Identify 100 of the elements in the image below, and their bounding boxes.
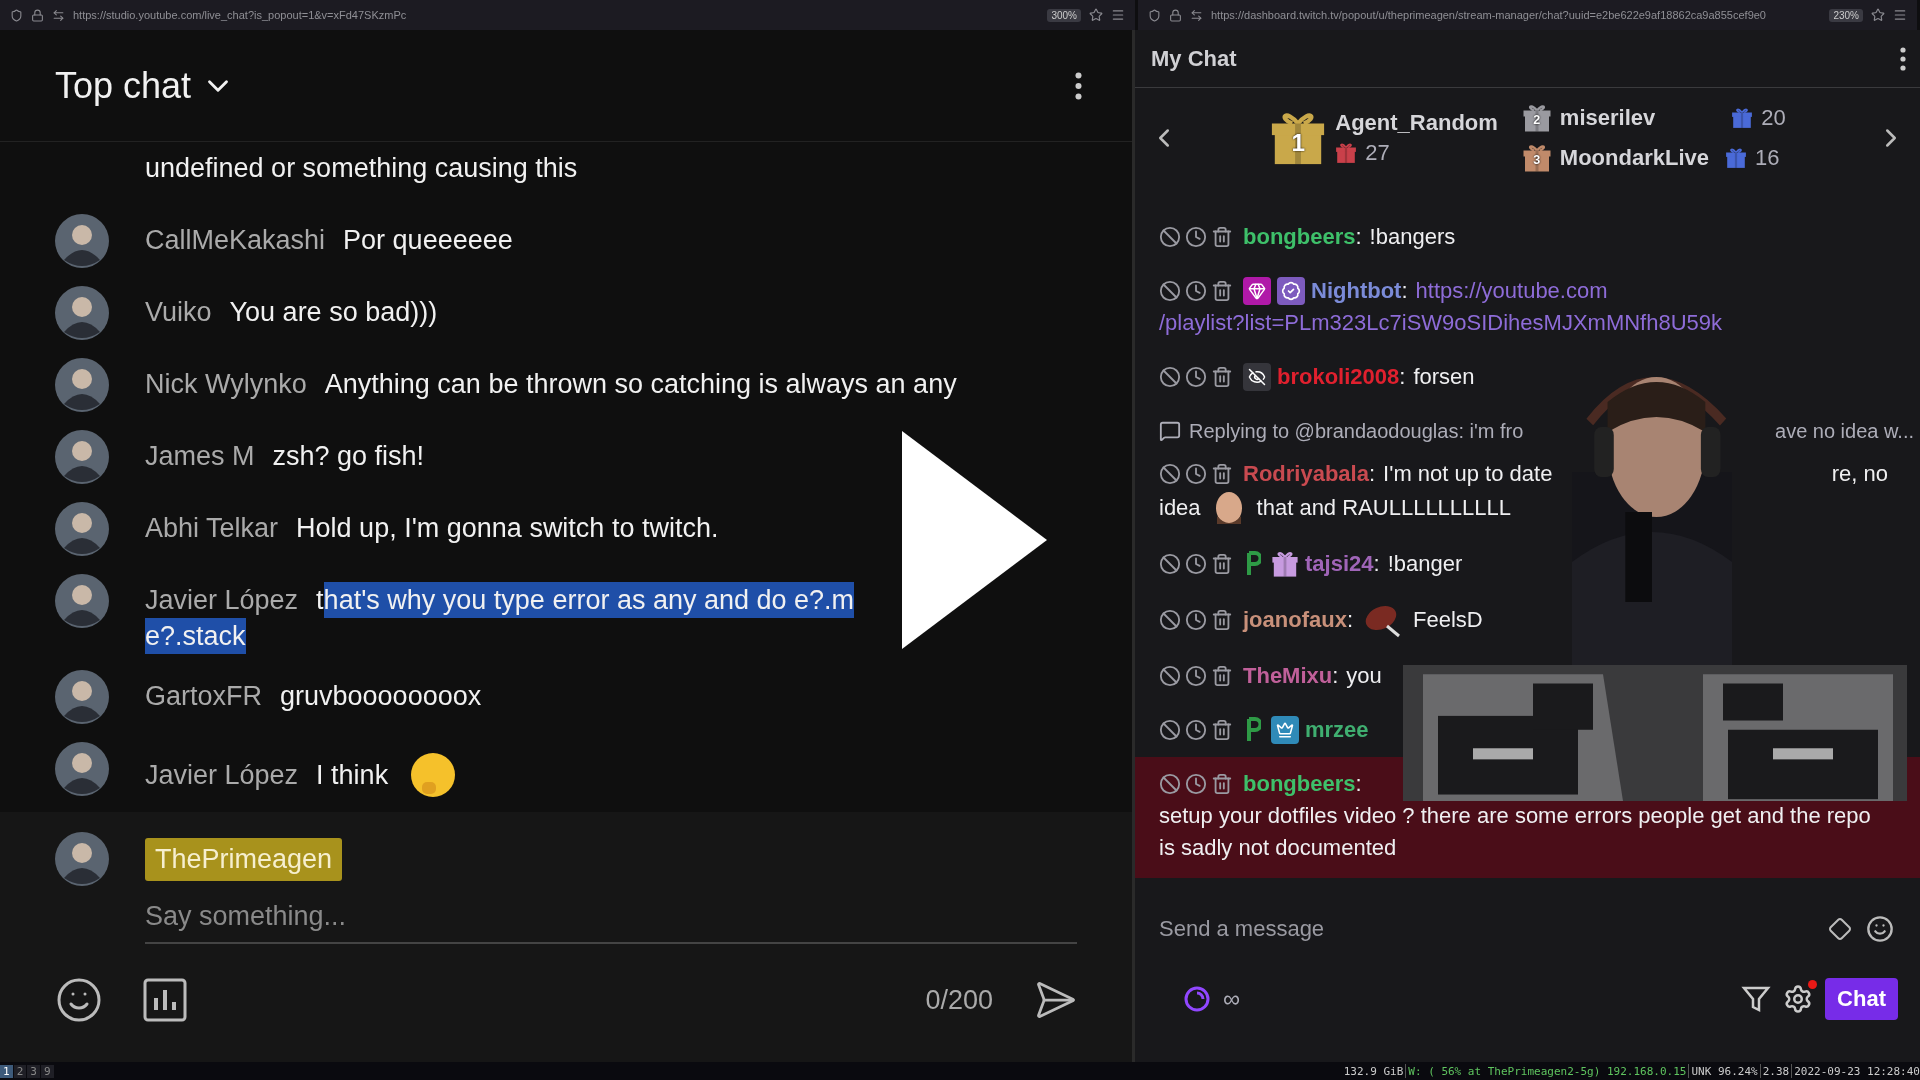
username[interactable]: mrzee (1305, 714, 1369, 746)
kebab-icon (1900, 46, 1906, 71)
emoji-button[interactable] (55, 976, 103, 1024)
infinity-text: ∞ (1223, 985, 1241, 1013)
zoom-level[interactable]: 300% (1047, 8, 1081, 22)
timeout-icon[interactable] (1185, 463, 1207, 485)
gift-count: 16 (1754, 145, 1780, 171)
message-text: !banger (1387, 550, 1463, 578)
username[interactable]: bongbeers (1243, 768, 1356, 800)
swap-icon (52, 8, 65, 22)
menu-icon[interactable] (1111, 8, 1125, 22)
timeout-icon[interactable] (1185, 773, 1207, 795)
zoom-level[interactable]: 230% (1829, 8, 1863, 22)
delete-icon[interactable] (1211, 553, 1233, 575)
play-icon[interactable] (902, 431, 1047, 649)
filter-icon[interactable] (1741, 984, 1772, 1014)
panel-title: My Chat (1151, 45, 1237, 72)
timeout-icon[interactable] (1185, 553, 1207, 575)
swap-icon (1190, 8, 1203, 22)
message-text: Por queeeeee (343, 224, 513, 257)
colon-text: : (1368, 460, 1376, 488)
points-icon[interactable] (1183, 985, 1211, 1013)
emote-icon[interactable] (1866, 915, 1894, 943)
workspace-tab[interactable]: 9 (40, 1064, 54, 1078)
star-icon[interactable] (1871, 8, 1885, 22)
gift-icon (1731, 107, 1754, 129)
message-text: You are so bad))) (229, 296, 438, 329)
menu-icon[interactable] (1893, 8, 1907, 22)
bits-icon[interactable] (1828, 917, 1852, 941)
message-text: gruvboooooooox (280, 680, 482, 713)
username[interactable]: bongbeers (1243, 221, 1356, 253)
poll-button[interactable] (143, 978, 187, 1022)
address-bar[interactable]: https://dashboard.twitch.tv/popout/u/theprimeagen/stream-manager/chat?uuid=e2be622e9af18862ca9a855cef9e0 230% (1138, 0, 1920, 30)
gift-count: 27 (1365, 140, 1390, 166)
more-button[interactable] (1900, 46, 1906, 71)
message-link[interactable]: /playlist?list=PLm323Lc7iSW9oSIDihesMJXmMNfh8U59k (1159, 307, 1723, 339)
message-text: forsen (1413, 363, 1475, 391)
delete-icon[interactable] (1211, 226, 1233, 248)
delete-icon[interactable] (1211, 665, 1233, 687)
top-chat-dropdown[interactable]: Top chat (55, 64, 236, 107)
workspace-tab[interactable]: 2 (13, 1064, 27, 1078)
chat-button[interactable]: Chat (1825, 978, 1898, 1020)
timeout-icon[interactable] (1185, 366, 1207, 388)
delete-icon[interactable] (1211, 463, 1233, 485)
avatar (55, 502, 109, 556)
timeout-icon[interactable] (1185, 280, 1207, 302)
username[interactable]: joanofaux (1243, 604, 1347, 636)
username[interactable]: TheMixu (1243, 660, 1333, 692)
timeout-icon[interactable] (1185, 226, 1207, 248)
workspace-tab[interactable]: 1 (0, 1064, 13, 1078)
timeout-icon[interactable] (1185, 665, 1207, 687)
timeout-icon[interactable] (1185, 719, 1207, 741)
message-link[interactable]: https://youtube.com (1415, 275, 1608, 307)
workspace-tab[interactable]: 3 (27, 1064, 40, 1078)
colon-text: : (1332, 662, 1339, 690)
author-name: Nick Wylynko (145, 368, 307, 401)
url-text: https://studio.youtube.com/live_chat?is_popout=1&v=xFd47SKzmPc (73, 9, 408, 21)
delete-icon[interactable] (1211, 719, 1233, 741)
more-button[interactable] (1075, 71, 1082, 100)
author-name: Vuiko (145, 296, 212, 329)
ban-icon[interactable] (1159, 719, 1181, 741)
message-text: setup your dotfiles video ? there are some errors people get and the repo is sadly not documented (1159, 802, 1872, 862)
message-input[interactable]: Send a message (1157, 915, 1814, 943)
message-text: re, no (1831, 460, 1888, 488)
username[interactable]: brokoli2008 (1277, 361, 1400, 393)
author-name: CallMeKakashi (145, 224, 326, 257)
avatar (55, 670, 109, 724)
avatar (55, 832, 109, 886)
gift-icon (1724, 147, 1747, 169)
colon-text: : (1373, 550, 1380, 578)
character-counter: 0/200 (925, 984, 993, 1016)
star-icon[interactable] (1089, 8, 1103, 22)
colon-text: : (1355, 770, 1362, 798)
ban-icon[interactable] (1159, 553, 1181, 575)
shield-icon (1148, 8, 1161, 22)
ban-icon[interactable] (1159, 280, 1181, 302)
ban-icon[interactable] (1159, 773, 1181, 795)
battery-status: UNK 96.24% (1691, 1064, 1758, 1078)
bar-chart-icon (143, 978, 187, 1022)
ban-icon[interactable] (1159, 609, 1181, 631)
timeout-icon[interactable] (1185, 609, 1207, 631)
message-input[interactable]: Say something... (145, 897, 1077, 944)
delete-icon[interactable] (1211, 280, 1233, 302)
reply-text: Replying to @brandaodouglas: i'm fro (1189, 419, 1524, 444)
ban-icon[interactable] (1159, 226, 1181, 248)
delete-icon[interactable] (1211, 773, 1233, 795)
ban-icon[interactable] (1159, 366, 1181, 388)
username[interactable]: Rodriyabala (1243, 458, 1369, 490)
author-name: GartoxFR (145, 680, 263, 713)
delete-icon[interactable] (1211, 609, 1233, 631)
address-bar[interactable]: https://studio.youtube.com/live_chat?is_popout=1&v=xFd47SKzmPc 300% (0, 0, 1138, 30)
ban-icon[interactable] (1159, 665, 1181, 687)
message-text: !bangers (1369, 223, 1456, 251)
author-name: Javier López (145, 759, 299, 792)
ban-icon[interactable] (1159, 463, 1181, 485)
gifter-name: Agent_Random (1335, 110, 1498, 136)
username[interactable]: Nightbot (1311, 275, 1402, 307)
username[interactable]: tajsi24 (1305, 548, 1374, 580)
message-text: Hold up, I'm gonna switch to twitch. (296, 512, 719, 545)
delete-icon[interactable] (1211, 366, 1233, 388)
